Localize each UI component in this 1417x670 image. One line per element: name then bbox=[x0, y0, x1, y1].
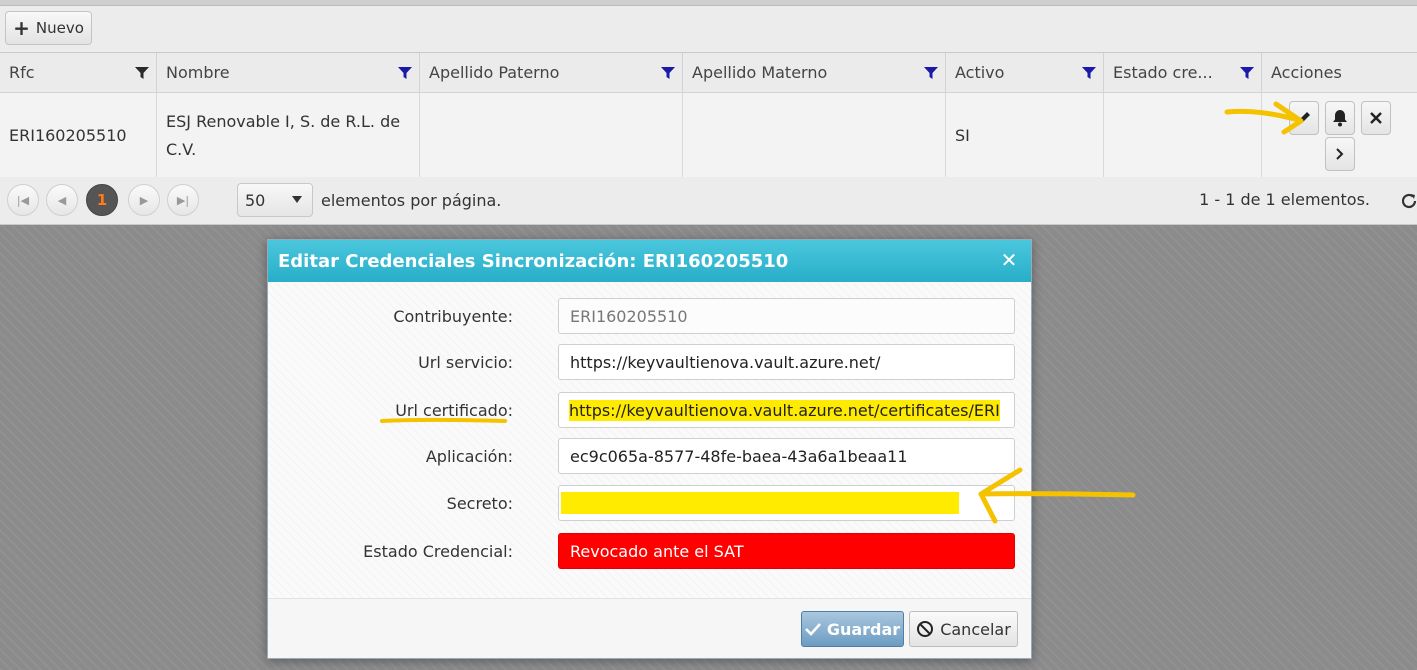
arrow-annotation-secreto bbox=[978, 467, 1136, 524]
arrow-annotation-edit bbox=[1224, 101, 1304, 135]
underline-annotation-url-certificado bbox=[380, 417, 507, 423]
annotation-layer bbox=[380, 101, 1304, 524]
